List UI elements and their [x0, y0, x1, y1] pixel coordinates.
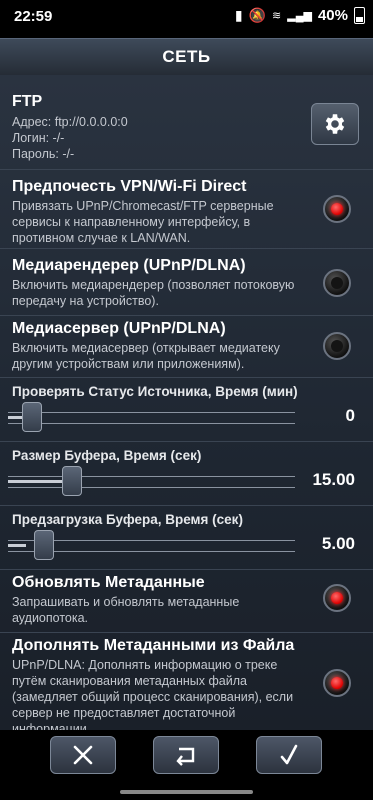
server-row[interactable]: Медиасервер (UPnP/DLNA) Включить медиасе…: [0, 316, 373, 378]
preload-value: 5.00: [321, 534, 355, 553]
ftp-row: FTP Адрес: ftp://0.0.0.0:0 Логин: -/- Па…: [0, 75, 373, 170]
battery-saver-icon: ▮: [234, 7, 243, 23]
buffer-size-row: Размер Буфера, Время (сек) 15.00: [0, 442, 373, 506]
close-icon: [73, 745, 93, 765]
undo-icon: [176, 747, 195, 766]
battery-icon: [354, 7, 365, 24]
status-icons: ▮ 🔕 ≋ ▂▄▆ 40%: [235, 7, 365, 24]
check-source-label: Проверять Статус Источника, Время (мин): [12, 384, 298, 399]
status-bar: 22:59 ▮ 🔕 ≋ ▂▄▆ 40%: [0, 0, 373, 34]
metadata-toggle[interactable]: [323, 584, 351, 612]
buffer-size-label: Размер Буфера, Время (сек): [12, 448, 202, 463]
buffer-size-value: 15.00: [312, 470, 355, 489]
metadata-file-toggle[interactable]: [323, 669, 351, 697]
cancel-button[interactable]: [50, 736, 116, 774]
mute-icon: 🔕: [248, 7, 267, 23]
gear-icon: [325, 114, 345, 134]
vpn-desc: Привязать UPnP/Chromecast/FTP серверные …: [12, 199, 274, 245]
server-toggle[interactable]: [323, 332, 351, 360]
renderer-desc: Включить медиарендерер (позволяет потоко…: [12, 278, 295, 308]
check-source-value: 0: [345, 406, 355, 425]
vpn-toggle[interactable]: [323, 195, 351, 223]
metadata-file-row[interactable]: Дополнять Метаданными из Файла UPnP/DLNA…: [0, 633, 373, 730]
vpn-row[interactable]: Предпочесть VPN/Wi-Fi Direct Привязать U…: [0, 170, 373, 249]
ftp-address: Адрес: ftp://0.0.0.0:0: [12, 115, 128, 129]
check-source-slider[interactable]: [8, 412, 295, 424]
ftp-settings-button[interactable]: [311, 103, 359, 145]
metadata-title: Обновлять Метаданные: [12, 574, 205, 591]
metadata-file-desc: UPnP/DLNA: Дополнять информацию о треке …: [12, 658, 294, 730]
buffer-size-slider[interactable]: [8, 476, 295, 488]
check-source-slider-thumb[interactable]: [22, 402, 42, 432]
battery-level: 40%: [317, 7, 348, 24]
server-desc: Включить медиасервер (открывает медиатек…: [12, 341, 280, 371]
ftp-title: FTP: [12, 93, 43, 110]
metadata-file-title: Дополнять Метаданными из Файла: [12, 637, 295, 654]
home-indicator[interactable]: [120, 790, 253, 794]
metadata-row[interactable]: Обновлять Метаданные Запрашивать и обнов…: [0, 570, 373, 633]
page-title: СЕТЬ: [0, 38, 373, 76]
ftp-password: Пароль: -/-: [12, 147, 75, 161]
status-time: 22:59: [14, 8, 53, 25]
checkmark-icon: [280, 744, 298, 765]
renderer-toggle[interactable]: [323, 269, 351, 297]
server-title: Медиасервер (UPnP/DLNA): [12, 320, 226, 337]
check-source-row: Проверять Статус Источника, Время (мин) …: [0, 378, 373, 442]
metadata-desc: Запрашивать и обновлять метаданные аудио…: [12, 595, 240, 625]
preload-row: Предзагрузка Буфера, Время (сек) 5.00: [0, 506, 373, 570]
vpn-title: Предпочесть VPN/Wi-Fi Direct: [12, 178, 247, 195]
undo-button[interactable]: [153, 736, 219, 774]
preload-label: Предзагрузка Буфера, Время (сек): [12, 512, 243, 527]
renderer-title: Медиарендерер (UPnP/DLNA): [12, 257, 246, 274]
buffer-size-slider-thumb[interactable]: [62, 466, 82, 496]
preload-slider-thumb[interactable]: [34, 530, 54, 560]
ftp-login: Логин: -/-: [12, 131, 65, 145]
wifi-icon: ≋: [272, 10, 282, 22]
renderer-row[interactable]: Медиарендерер (UPnP/DLNA) Включить медиа…: [0, 249, 373, 316]
ok-button[interactable]: [256, 736, 322, 774]
signal-icon: ▂▄▆: [287, 10, 312, 22]
settings-list[interactable]: FTP Адрес: ftp://0.0.0.0:0 Логин: -/- Па…: [0, 75, 373, 730]
